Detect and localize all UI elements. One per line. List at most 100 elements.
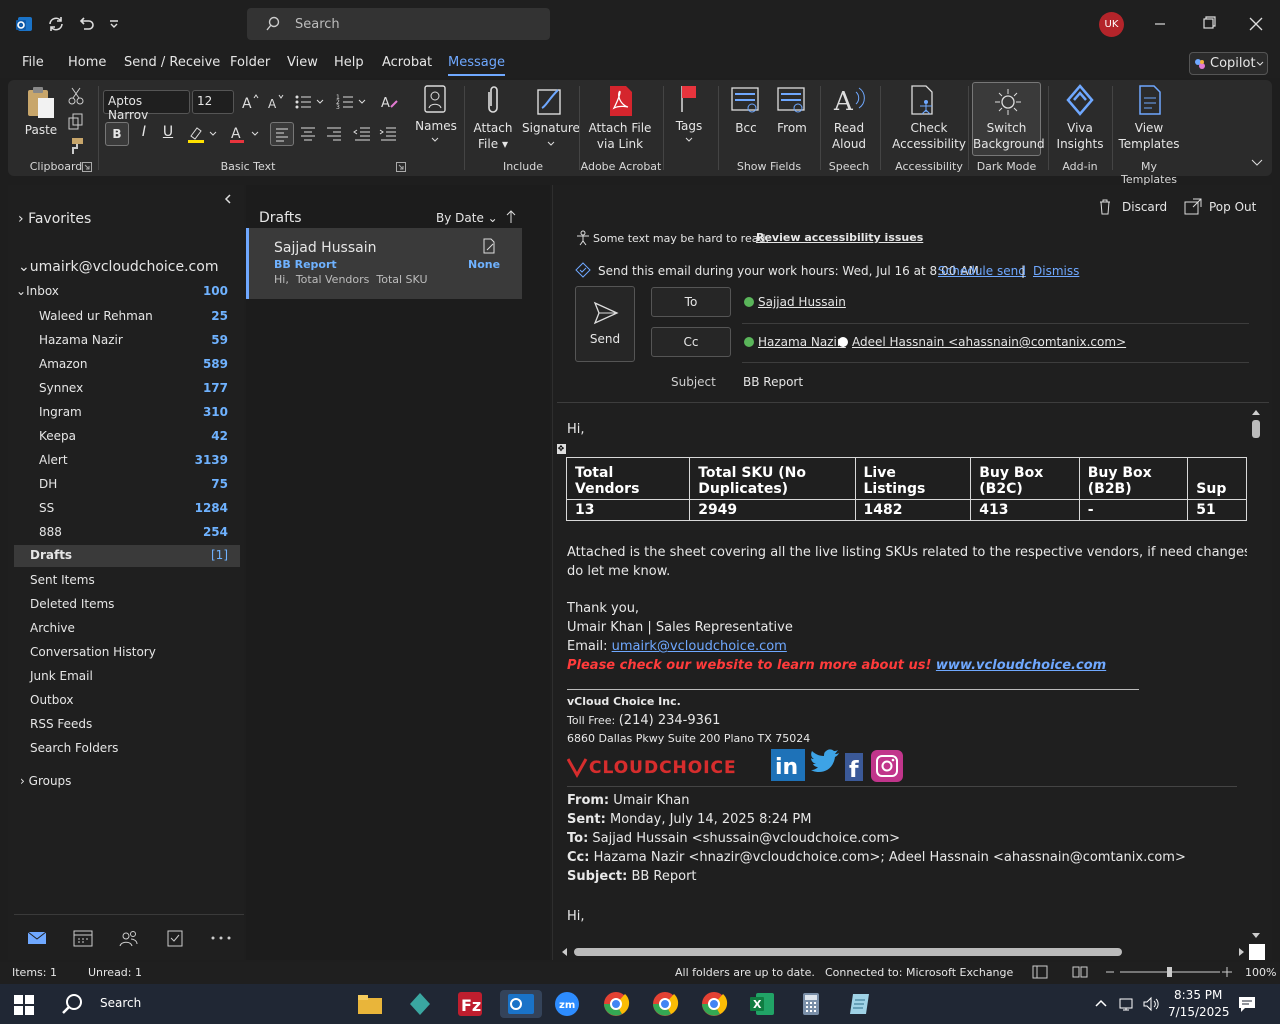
- highlight-icon[interactable]: [186, 124, 217, 144]
- volume-icon[interactable]: [1142, 996, 1160, 1012]
- read-aloud-button[interactable]: Read Aloud: [824, 120, 874, 152]
- copy-icon[interactable]: [66, 112, 86, 132]
- favorites-header[interactable]: › Favorites: [18, 211, 91, 227]
- collapse-ribbon-icon[interactable]: [1250, 158, 1264, 168]
- folder-item[interactable]: Outbox: [30, 693, 73, 707]
- windows-start-icon[interactable]: [14, 995, 34, 1015]
- notepad-icon[interactable]: [845, 990, 875, 1018]
- adobe-pdf-icon[interactable]: [604, 84, 636, 118]
- people-icon[interactable]: [118, 928, 140, 948]
- undo-icon[interactable]: [76, 14, 96, 34]
- dismiss-link[interactable]: Dismiss: [1033, 264, 1079, 278]
- subfolder-item[interactable]: Synnex 177: [39, 381, 244, 395]
- viva-insights-icon[interactable]: [1064, 84, 1096, 116]
- close-icon[interactable]: [1246, 14, 1266, 34]
- subfolder-item[interactable]: Keepa 42: [39, 429, 244, 443]
- linkedin-icon[interactable]: in: [771, 749, 805, 781]
- menu-help[interactable]: Help: [334, 55, 364, 70]
- network-icon[interactable]: [1118, 996, 1136, 1012]
- filezilla-icon[interactable]: Fz: [455, 990, 485, 1018]
- italic-button[interactable]: I: [134, 124, 154, 144]
- review-accessibility-link[interactable]: Review accessibility issues: [756, 231, 923, 244]
- font-size-select[interactable]: 12: [192, 90, 234, 114]
- subfolder-item[interactable]: Hazama Nazir 59: [39, 333, 244, 347]
- bcc-icon[interactable]: [730, 84, 762, 116]
- chrome-icon[interactable]: [699, 990, 729, 1018]
- shrink-font-icon[interactable]: A: [266, 92, 286, 112]
- search-box[interactable]: Search: [247, 8, 550, 40]
- chrome-icon[interactable]: [650, 990, 680, 1018]
- from-icon[interactable]: [776, 84, 808, 116]
- clear-formatting-icon[interactable]: A: [380, 92, 400, 112]
- maximize-icon[interactable]: [1198, 14, 1218, 34]
- schedule-send-link[interactable]: Schedule send: [938, 264, 1026, 278]
- menu-acrobat[interactable]: Acrobat: [382, 55, 432, 70]
- copilot-button[interactable]: Copilot: [1189, 52, 1268, 75]
- menu-message[interactable]: Message: [448, 55, 505, 76]
- sort-direction-icon[interactable]: [504, 209, 518, 225]
- subject-input[interactable]: BB Report: [743, 375, 803, 389]
- file-explorer-icon[interactable]: [355, 990, 385, 1018]
- align-left-icon[interactable]: [270, 122, 294, 146]
- folder-item[interactable]: Search Folders: [30, 741, 118, 755]
- folder-item[interactable]: Sent Items: [30, 573, 95, 587]
- folder-inbox[interactable]: ⌄Inbox 100: [16, 284, 236, 298]
- notifications-icon[interactable]: [1237, 994, 1257, 1014]
- groups-header[interactable]: › Groups: [20, 774, 71, 788]
- calendar-icon[interactable]: [72, 928, 94, 948]
- tags-button[interactable]: Tags: [668, 118, 710, 134]
- reading-view-icon[interactable]: [1072, 965, 1088, 979]
- pop-out-button[interactable]: Pop Out: [1209, 200, 1256, 214]
- view-templates-button[interactable]: View Templates: [1114, 120, 1184, 152]
- message-body[interactable]: Hi, ✥ Total Vendors Total SKU (No Duplic…: [557, 403, 1247, 943]
- to-button[interactable]: To: [651, 287, 731, 317]
- folder-item[interactable]: Archive: [30, 621, 75, 635]
- paste-button[interactable]: Paste: [24, 122, 58, 138]
- tasks-icon[interactable]: [164, 928, 186, 948]
- accessibility-check-icon[interactable]: [906, 84, 940, 118]
- bcc-button[interactable]: Bcc: [726, 120, 766, 136]
- font-color-icon[interactable]: A: [228, 124, 259, 144]
- send-button[interactable]: Send: [575, 286, 635, 362]
- menu-file[interactable]: File: [22, 55, 44, 70]
- subfolder-item[interactable]: 888 254: [39, 525, 244, 539]
- menu-home[interactable]: Home: [68, 55, 106, 70]
- outlook-taskbar-icon[interactable]: [500, 990, 542, 1018]
- to-recipient[interactable]: Sajjad Hussain: [758, 295, 846, 309]
- menu-view[interactable]: View: [287, 55, 318, 70]
- format-painter-icon[interactable]: [66, 136, 86, 156]
- attach-file-button[interactable]: Attach File ▾: [468, 120, 518, 152]
- from-button[interactable]: From: [772, 120, 812, 136]
- names-button[interactable]: Names: [410, 118, 462, 134]
- zoom-slider[interactable]: [1104, 965, 1234, 979]
- decrease-indent-icon[interactable]: [352, 124, 372, 144]
- menu-send-receive[interactable]: Send / Receive: [124, 55, 220, 70]
- signature-button[interactable]: Signature: [522, 120, 580, 136]
- paste-icon[interactable]: [24, 86, 58, 122]
- dialog-launcher-icon[interactable]: [82, 162, 92, 172]
- table-move-handle-icon[interactable]: ✥: [557, 444, 566, 454]
- viva-insights-button[interactable]: Viva Insights: [1054, 120, 1106, 152]
- folder-item[interactable]: Deleted Items: [30, 597, 114, 611]
- zoom-icon[interactable]: zm: [552, 990, 582, 1018]
- numbering-icon[interactable]: 123: [336, 92, 366, 112]
- calculator-icon[interactable]: [796, 990, 826, 1018]
- dialog-launcher-icon[interactable]: [396, 162, 406, 172]
- excel-icon[interactable]: X: [747, 990, 777, 1018]
- grow-font-icon[interactable]: A: [240, 92, 260, 112]
- cc-button[interactable]: Cc: [651, 327, 731, 357]
- align-right-icon[interactable]: [324, 124, 344, 144]
- chrome-icon[interactable]: [601, 990, 631, 1018]
- list-item[interactable]: Sajjad Hussain BB Report None Hi, Total …: [246, 228, 522, 299]
- avatar[interactable]: UK: [1099, 12, 1124, 37]
- search-icon[interactable]: [60, 992, 84, 1016]
- folder-item[interactable]: Junk Email: [30, 669, 93, 683]
- subfolder-item[interactable]: Ingram 310: [39, 405, 244, 419]
- facebook-icon[interactable]: f: [845, 753, 863, 781]
- sync-icon[interactable]: [46, 14, 66, 34]
- cc-recipient[interactable]: Adeel Hassnain <ahassnain@comtanix.com>: [852, 335, 1126, 349]
- folder-drafts[interactable]: Drafts [1]: [14, 545, 240, 567]
- website-link[interactable]: www.vcloudchoice.com: [936, 658, 1106, 673]
- read-aloud-icon[interactable]: A: [832, 82, 866, 118]
- bold-button[interactable]: B: [105, 122, 129, 146]
